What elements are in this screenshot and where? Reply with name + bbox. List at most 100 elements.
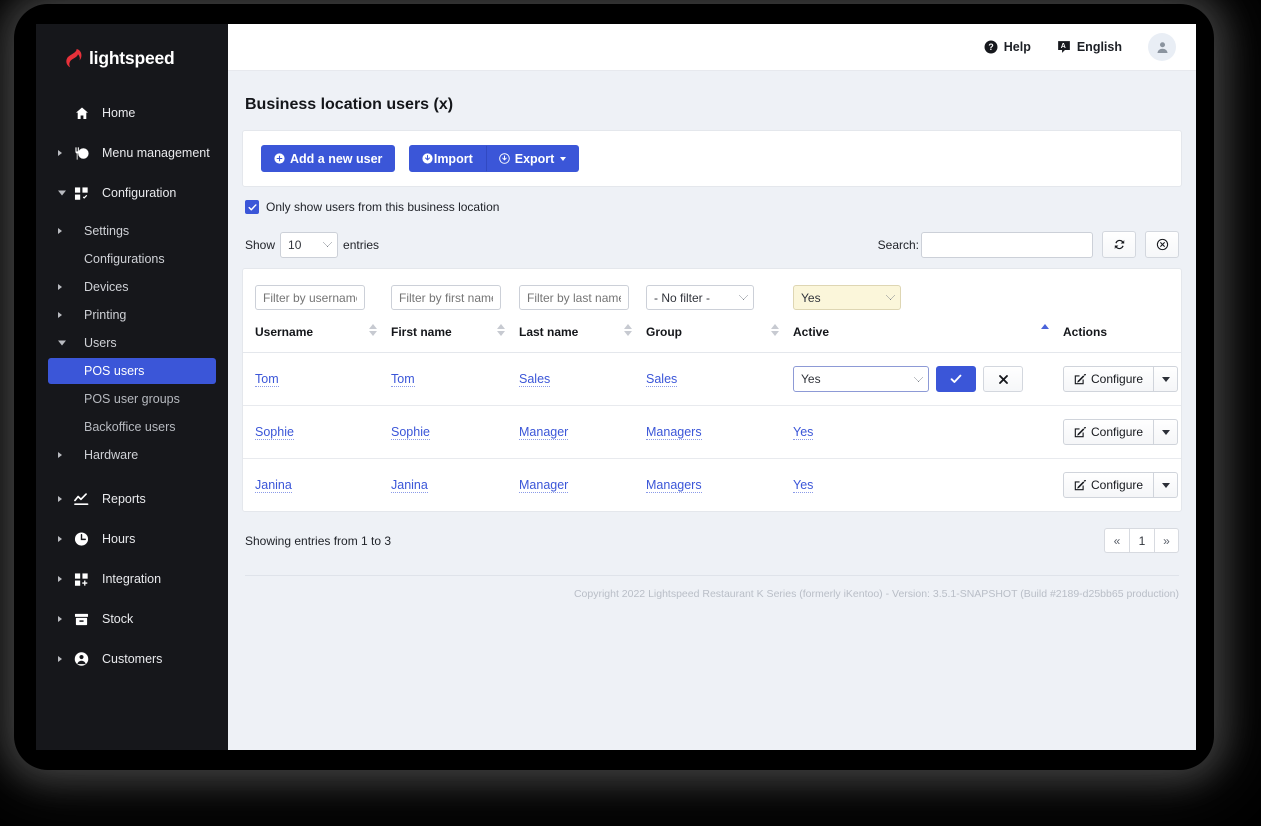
col-header-username[interactable]: Username: [243, 319, 391, 353]
configure-button[interactable]: Configure: [1063, 472, 1155, 498]
topbar: ? Help A English: [228, 24, 1196, 71]
refresh-icon: [1114, 239, 1124, 250]
filter-firstname-input[interactable]: [391, 285, 501, 310]
sidebar-item-pos-user-groups[interactable]: POS user groups: [36, 386, 228, 412]
col-header-last-name[interactable]: Last name: [519, 319, 646, 353]
refresh-button[interactable]: [1102, 231, 1136, 258]
sidebar-item-hours[interactable]: Hours: [36, 524, 228, 554]
active-link[interactable]: Yes: [793, 478, 814, 493]
col-header-group[interactable]: Group: [646, 319, 793, 353]
first-name-link[interactable]: Janina: [391, 478, 428, 493]
page-title: Business location users (x): [245, 96, 454, 113]
username-link[interactable]: Janina: [255, 478, 292, 493]
check-icon: [247, 203, 257, 210]
brand-logo[interactable]: lightspeed: [36, 36, 228, 80]
cell-group: Sales: [646, 352, 793, 406]
page-size-select[interactable]: 10: [280, 231, 339, 258]
filter-username-input[interactable]: [255, 285, 365, 310]
last-name-link[interactable]: Manager: [519, 478, 569, 493]
confirm-edit-button[interactable]: [936, 366, 976, 392]
group-link[interactable]: Sales: [646, 372, 678, 387]
configure-dropdown-toggle[interactable]: [1154, 366, 1179, 392]
import-button[interactable]: Import: [408, 145, 486, 172]
configure-dropdown-toggle[interactable]: [1154, 419, 1179, 445]
sidebar-item-hardware[interactable]: Hardware: [36, 442, 228, 468]
configure-button[interactable]: Configure: [1063, 419, 1155, 445]
group-link[interactable]: Managers: [646, 478, 702, 493]
row-actions: Configure: [1063, 366, 1181, 392]
export-icon: [498, 153, 510, 164]
customers-icon: [74, 652, 89, 667]
group-link[interactable]: Managers: [646, 425, 702, 440]
language-selector[interactable]: A English: [1057, 40, 1122, 54]
sidebar-item-menu-management[interactable]: Menu management: [36, 138, 228, 168]
plus-circle-icon: [274, 153, 285, 164]
chevron-right-icon: [58, 452, 62, 458]
check-icon: [950, 374, 962, 383]
edit-pencil-icon: [1074, 479, 1086, 491]
sidebar-item-settings[interactable]: Settings: [36, 218, 228, 244]
filter-active-select[interactable]: Yes: [793, 285, 901, 310]
sidebar-item-printing[interactable]: Printing: [36, 302, 228, 328]
sidebar-item-customers[interactable]: Customers: [36, 644, 228, 674]
sidebar-item-configurations[interactable]: Configurations: [36, 246, 228, 272]
filter-row: - No filter - Yes: [243, 269, 1181, 319]
first-name-link[interactable]: Sophie: [391, 425, 430, 440]
sidebar-item-reports[interactable]: Reports: [36, 484, 228, 514]
col-header-first-name[interactable]: First name: [391, 319, 519, 353]
add-new-user-button[interactable]: Add a new user: [261, 145, 396, 172]
row-actions: Configure: [1063, 472, 1181, 498]
edit-pencil-icon: [1074, 426, 1086, 438]
col-header-active[interactable]: Active: [793, 319, 1063, 353]
chevron-right-icon: [58, 536, 62, 542]
sidebar-item-devices[interactable]: Devices: [36, 274, 228, 300]
last-name-link[interactable]: Sales: [519, 372, 551, 387]
pagination-page-1[interactable]: 1: [1129, 528, 1154, 553]
reports-icon: [74, 492, 89, 507]
filter-group-select[interactable]: - No filter -: [646, 285, 754, 310]
pagination-next[interactable]: »: [1154, 528, 1179, 553]
sidebar-item-stock[interactable]: Stock: [36, 604, 228, 634]
sidebar-item-home[interactable]: Home: [36, 98, 228, 128]
export-button[interactable]: Export: [485, 145, 580, 172]
sidebar-item-users[interactable]: Users: [36, 330, 228, 356]
edit-pencil-icon: [1074, 373, 1086, 385]
user-avatar-button[interactable]: [1148, 33, 1176, 61]
col-label: Active: [793, 325, 830, 339]
col-label: Actions: [1063, 325, 1108, 339]
cell-username: Tom: [243, 352, 391, 406]
toolbar-panel: Add a new user Import Export: [242, 130, 1182, 187]
configure-button[interactable]: Configure: [1063, 366, 1155, 392]
only-show-users-checkbox[interactable]: [245, 200, 259, 214]
configuration-icon: [74, 186, 89, 201]
sidebar-item-pos-users[interactable]: POS users: [48, 358, 216, 384]
sort-icon: [369, 324, 377, 336]
clear-filters-button[interactable]: [1145, 231, 1179, 258]
sidebar-item-backoffice-users[interactable]: Backoffice users: [36, 414, 228, 440]
pagination-prev[interactable]: «: [1104, 528, 1129, 553]
active-link[interactable]: Yes: [793, 425, 814, 440]
username-link[interactable]: Tom: [255, 372, 279, 387]
chevron-down-icon: [58, 340, 66, 346]
filter-lastname-input[interactable]: [519, 285, 629, 310]
header-row: Username First name Last name Group Acti…: [243, 319, 1181, 353]
chevron-right-icon: [58, 616, 62, 622]
sidebar-item-integration[interactable]: Integration: [36, 564, 228, 594]
first-name-link[interactable]: Tom: [391, 372, 415, 387]
configure-dropdown-toggle[interactable]: [1154, 472, 1179, 498]
username-link[interactable]: Sophie: [255, 425, 294, 440]
sort-icon: [497, 324, 505, 336]
sidebar-item-configuration[interactable]: Configuration: [36, 178, 228, 208]
language-icon: A: [1057, 40, 1071, 54]
help-button[interactable]: ? Help: [984, 40, 1031, 54]
desktop-backdrop: lightspeed Home Menu management Configur…: [0, 0, 1261, 826]
only-show-users-label: Only show users from this business locat…: [266, 200, 500, 214]
showing-entries-label: Showing entries from 1 to 3: [245, 533, 392, 548]
clear-filter-icon: [1156, 238, 1168, 251]
search-input[interactable]: [921, 231, 1093, 258]
last-name-link[interactable]: Manager: [519, 425, 569, 440]
svg-text:?: ?: [988, 42, 993, 52]
active-edit-select[interactable]: Yes: [793, 366, 929, 392]
cancel-edit-button[interactable]: [983, 366, 1023, 392]
